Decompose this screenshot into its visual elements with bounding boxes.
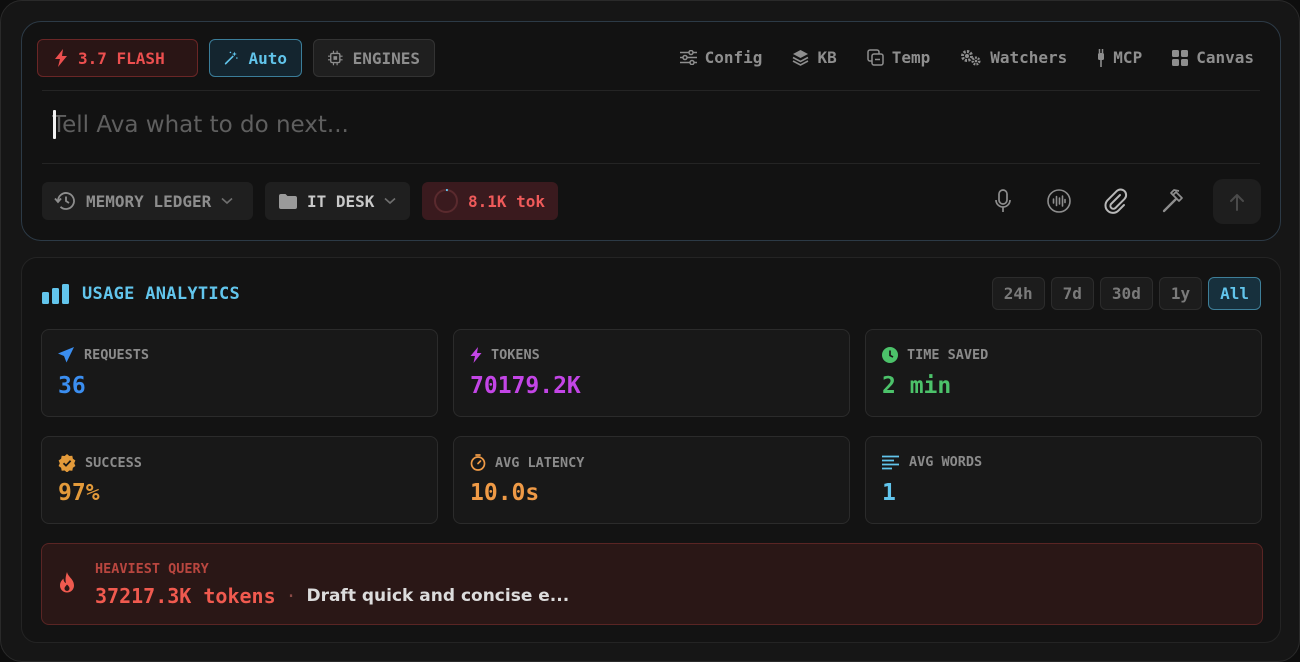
token-count-label: 8.1K tok xyxy=(468,191,546,211)
lightning-icon xyxy=(470,347,482,363)
app-window: 3.7 FLASH Auto ENGINES Config KB Temp Wa… xyxy=(0,0,1300,662)
audio-wave-icon xyxy=(1047,189,1071,213)
stat-card-time-saved: TIME SAVED 2 min xyxy=(865,329,1262,417)
divider xyxy=(42,90,1260,91)
folder-icon xyxy=(279,193,297,209)
prompt-composer: 3.7 FLASH Auto ENGINES Config KB Temp Wa… xyxy=(21,21,1281,241)
usage-analytics-panel: USAGE ANALYTICS 24h 7d 30d 1y All REQUES… xyxy=(21,257,1281,643)
cpu-chip-icon xyxy=(328,50,343,66)
auto-mode-chip[interactable]: Auto xyxy=(209,39,302,77)
arrow-up-icon xyxy=(1230,193,1244,211)
analytics-title-label: USAGE ANALYTICS xyxy=(82,284,241,304)
mcp-link-label: MCP xyxy=(1113,48,1143,67)
sliders-icon xyxy=(679,50,697,65)
stat-card-tokens: TOKENS 70179.2K xyxy=(453,329,850,417)
stat-label: REQUESTS xyxy=(84,347,150,363)
lightning-icon xyxy=(55,49,67,67)
text-caret xyxy=(53,110,56,139)
kb-link-label: KB xyxy=(817,48,837,67)
paperclip-icon xyxy=(1104,188,1128,214)
workspace-label: IT DESK xyxy=(307,191,375,211)
auto-mode-label: Auto xyxy=(248,48,287,68)
toolbar-links: Config KB Temp Watchers MCP Canvas xyxy=(679,48,1254,67)
range-30d[interactable]: 30d xyxy=(1099,277,1153,310)
chevron-down-icon xyxy=(221,197,233,205)
heaviest-query-banner[interactable]: HEAVIEST QUERY 37217.3K tokens · Draft q… xyxy=(41,543,1263,625)
microphone-button[interactable] xyxy=(990,188,1016,214)
gears-icon xyxy=(961,50,981,66)
temp-link[interactable]: Temp xyxy=(866,48,931,67)
stat-label: TIME SAVED xyxy=(907,347,989,363)
stat-card-avg-words: AVG WORDS 1 xyxy=(865,436,1262,524)
stat-card-avg-latency: AVG LATENCY 10.0s xyxy=(453,436,850,524)
canvas-link-label: Canvas xyxy=(1196,48,1254,67)
time-range-selector: 24h 7d 30d 1y All xyxy=(991,277,1261,310)
magic-wand-icon xyxy=(224,51,238,65)
chevron-down-icon xyxy=(384,197,396,205)
stat-value: 70179.2K xyxy=(470,373,581,399)
separator-dot: · xyxy=(285,585,297,607)
token-counter[interactable]: 8.1K tok xyxy=(422,182,558,220)
text-lines-icon xyxy=(882,455,899,469)
microphone-icon xyxy=(995,189,1011,212)
stat-value: 10.0s xyxy=(470,480,540,506)
hammer-icon xyxy=(1162,189,1183,213)
model-chip-label: 3.7 FLASH xyxy=(78,48,165,68)
heaviest-query-tokens: 37217.3K tokens xyxy=(95,584,276,608)
mcp-link[interactable]: MCP xyxy=(1097,48,1142,67)
watchers-link[interactable]: Watchers xyxy=(960,48,1067,67)
progress-ring-icon xyxy=(434,189,458,213)
plug-icon xyxy=(1098,48,1105,67)
stat-label: TOKENS xyxy=(491,347,540,363)
prompt-input[interactable] xyxy=(52,106,952,144)
memory-ledger-label: MEMORY LEDGER xyxy=(86,191,212,211)
history-icon xyxy=(54,192,75,210)
temp-link-label: Temp xyxy=(891,48,931,67)
canvas-link[interactable]: Canvas xyxy=(1172,48,1254,67)
config-link[interactable]: Config xyxy=(679,48,763,67)
paper-plane-icon xyxy=(58,347,74,363)
range-7d[interactable]: 7d xyxy=(1050,277,1094,310)
model-chip[interactable]: 3.7 FLASH xyxy=(37,39,198,77)
range-all[interactable]: All xyxy=(1208,277,1261,310)
verified-badge-icon xyxy=(58,454,76,472)
stat-value: 2 min xyxy=(882,373,952,399)
memory-ledger-dropdown[interactable]: MEMORY LEDGER xyxy=(42,182,253,220)
send-button[interactable] xyxy=(1213,179,1261,224)
range-24h[interactable]: 24h xyxy=(991,277,1045,310)
engines-label: ENGINES xyxy=(352,48,420,68)
kb-link[interactable]: KB xyxy=(792,48,837,67)
analytics-title: USAGE ANALYTICS xyxy=(42,284,240,304)
stat-value: 97% xyxy=(58,480,100,506)
engines-chip[interactable]: ENGINES xyxy=(313,39,435,77)
fire-icon xyxy=(60,572,74,593)
voice-mode-button[interactable] xyxy=(1046,188,1072,214)
copy-stack-icon xyxy=(866,49,884,66)
stopwatch-icon xyxy=(470,454,486,471)
layers-icon xyxy=(793,50,809,66)
stat-card-success: SUCCESS 97% xyxy=(41,436,438,524)
heaviest-query-label: HEAVIEST QUERY xyxy=(95,561,209,577)
attach-button[interactable] xyxy=(1103,188,1129,214)
stat-value: 36 xyxy=(58,373,86,399)
config-link-label: Config xyxy=(704,48,763,67)
stat-value: 1 xyxy=(882,480,896,506)
stat-card-requests: REQUESTS 36 xyxy=(41,329,438,417)
stat-label: AVG LATENCY xyxy=(495,454,585,471)
stat-label: SUCCESS xyxy=(85,455,142,471)
tools-button[interactable] xyxy=(1162,188,1188,214)
range-1y[interactable]: 1y xyxy=(1158,277,1203,310)
divider xyxy=(42,163,1260,164)
stat-label: AVG WORDS xyxy=(909,454,983,470)
grid-icon xyxy=(1172,49,1189,66)
workspace-dropdown[interactable]: IT DESK xyxy=(265,182,410,220)
heaviest-query-text: Draft quick and concise e... xyxy=(306,586,570,606)
watchers-link-label: Watchers xyxy=(990,48,1068,67)
bar-chart-icon xyxy=(42,284,69,304)
clock-icon xyxy=(882,347,898,363)
